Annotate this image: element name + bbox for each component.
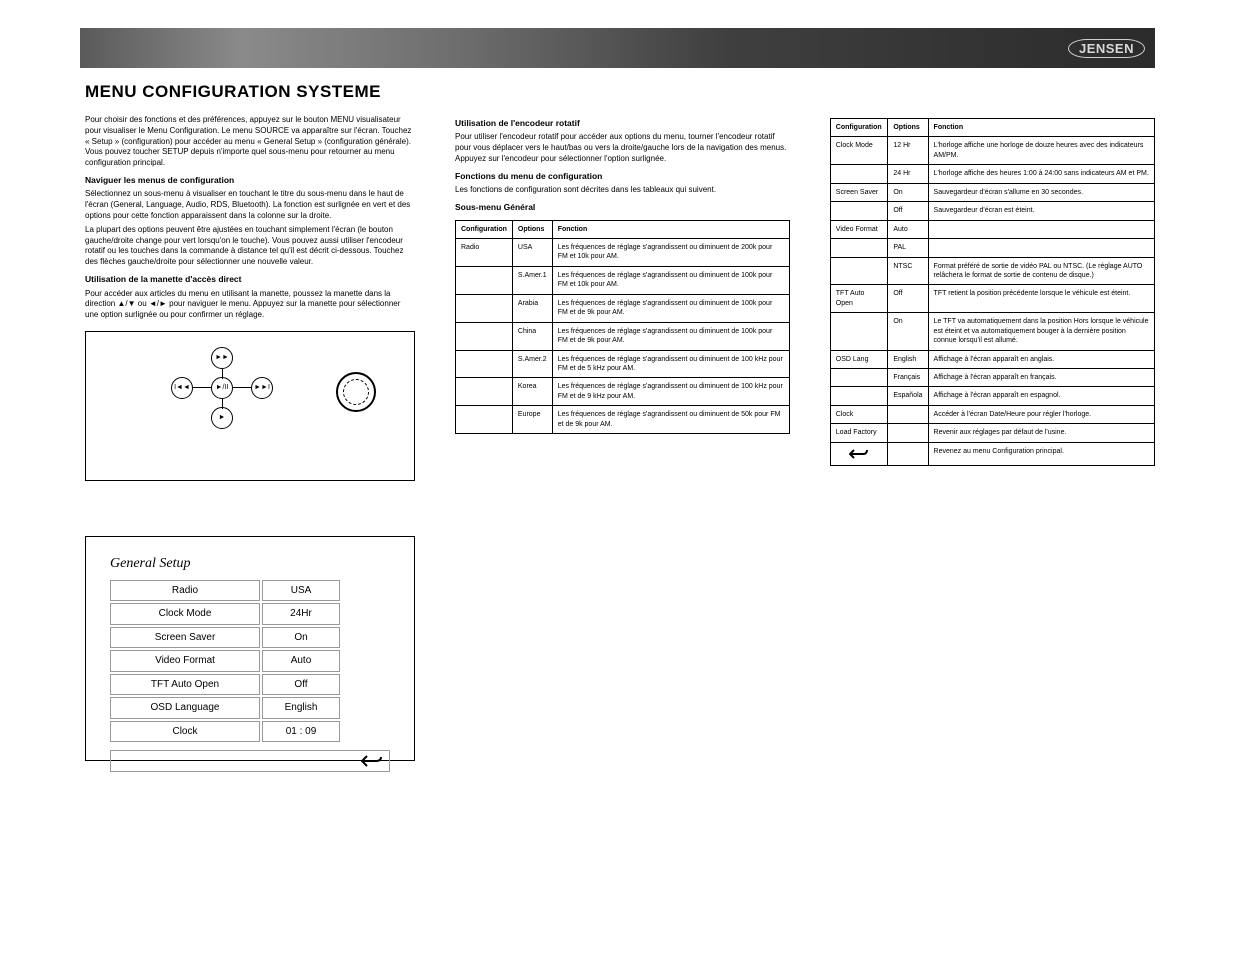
table-row: ClockAccéder à l'écran Date/Heure pour r… (830, 405, 1154, 423)
screenshot-row-label: Clock (110, 721, 260, 743)
encoder-text: Pour utiliser l'encodeur rotatif pour ac… (455, 132, 790, 164)
table-row: TFT Auto OpenOffTFT retient la position … (830, 285, 1154, 313)
table-row: ArabiaLes fréquences de réglage s'agrand… (456, 294, 790, 322)
screenshot-row: Clock Mode24Hr (110, 603, 390, 625)
col-config: Configuration (830, 119, 888, 137)
table-row: RadioUSALes fréquences de réglage s'agra… (456, 239, 790, 267)
dpad-center-icon: ►/II (211, 377, 233, 399)
screenshot-row-label: OSD Language (110, 697, 260, 719)
table-row: OnLe TFT va automatiquement dans la posi… (830, 313, 1154, 350)
table-row: FrançaisAffichage à l'écran apparaît en … (830, 369, 1154, 387)
screenshot-row-value: English (262, 697, 340, 719)
dpad-left-icon: I◄◄ (171, 377, 193, 399)
screenshot-row-value: 01 : 09 (262, 721, 340, 743)
column-2: Utilisation de l'encodeur rotatif Pour u… (455, 112, 790, 761)
table-row: OSD LangEnglishAffichage à l'écran appar… (830, 350, 1154, 368)
screenshot-row-value: Off (262, 674, 340, 696)
back-arrow-icon (361, 753, 383, 769)
joystick-heading: Utilisation de la manette d'accès direct (85, 274, 415, 285)
general-table-2: Configuration Options Fonction Clock Mod… (830, 118, 1155, 466)
column-1: Pour choisir des fonctions et des préfér… (85, 112, 415, 761)
back-arrow-icon (849, 447, 869, 461)
table-row: KoreaLes fréquences de réglage s'agrandi… (456, 378, 790, 406)
screenshot-row-label: Screen Saver (110, 627, 260, 649)
col-options: Options (512, 220, 552, 238)
col-config: Configuration (456, 220, 513, 238)
screenshot-row-value: On (262, 627, 340, 649)
screenshot-title: General Setup (110, 555, 390, 574)
table-row: S.Amer.2Les fréquences de réglage s'agra… (456, 350, 790, 378)
table-row: Clock Mode12 HrL'horloge affiche une hor… (830, 137, 1154, 165)
table-row: EuropeLes fréquences de réglage s'agrand… (456, 406, 790, 434)
features-intro: Les fonctions de configuration sont décr… (455, 185, 790, 196)
brand-logo: JENSEN (1068, 39, 1145, 58)
table-row: Screen SaverOnSauvegardeur d'écran s'all… (830, 183, 1154, 201)
general-table-1: Configuration Options Fonction RadioUSAL… (455, 220, 790, 435)
rotary-knob-icon (336, 372, 376, 412)
table-row: Video FormatAuto (830, 220, 1154, 238)
table-row: NTSCFormat préféré de sortie de vidéo PA… (830, 257, 1154, 285)
table-row: 24 HrL'horloge affiche des heures 1:00 à… (830, 165, 1154, 183)
joystick-text: Pour accéder aux articles du menu en uti… (85, 289, 415, 321)
screenshot-row-value: USA (262, 580, 340, 602)
nav-heading: Naviguer les menus de configuration (85, 175, 415, 186)
screenshot-row-value: Auto (262, 650, 340, 672)
back-icon-cell (830, 442, 888, 465)
table-row: S.Amer.1Les fréquences de réglage s'agra… (456, 266, 790, 294)
screenshot-row: Clock01 : 09 (110, 721, 390, 743)
dpad-down-icon: ► (211, 407, 233, 429)
dpad-right-icon: ►►I (251, 377, 273, 399)
col-function: Fonction (552, 220, 789, 238)
screenshot-row: TFT Auto OpenOff (110, 674, 390, 696)
nav-p1: Sélectionnez un sous-menu à visualiser e… (85, 189, 415, 221)
intro-text: Pour choisir des fonctions et des préfér… (85, 115, 415, 169)
nav-p2: La plupart des options peuvent être ajus… (85, 225, 415, 268)
screenshot-row: Screen SaverOn (110, 627, 390, 649)
page-title: MENU CONFIGURATION SYSTEME (85, 82, 1235, 102)
general-setup-screenshot: General Setup RadioUSAClock Mode24HrScre… (85, 536, 415, 761)
table-row: Load FactoryRevenir aux réglages par déf… (830, 424, 1154, 442)
screenshot-row-label: Video Format (110, 650, 260, 672)
screenshot-row: OSD LanguageEnglish (110, 697, 390, 719)
screenshot-row: Video FormatAuto (110, 650, 390, 672)
col-function: Fonction (928, 119, 1154, 137)
column-3: Configuration Options Fonction Clock Mod… (830, 112, 1155, 761)
screenshot-row-label: TFT Auto Open (110, 674, 260, 696)
screenshot-row: RadioUSA (110, 580, 390, 602)
general-submenu-heading: Sous-menu Général (455, 202, 790, 213)
screenshot-row-label: Clock Mode (110, 603, 260, 625)
table-row: PAL (830, 239, 1154, 257)
encoder-heading: Utilisation de l'encodeur rotatif (455, 118, 790, 129)
table-row: EspañolaAffichage à l'écran apparaît en … (830, 387, 1154, 405)
col-options: Options (888, 119, 928, 137)
dpad-up-icon: ►► (211, 347, 233, 369)
table-row: ChinaLes fréquences de réglage s'agrandi… (456, 322, 790, 350)
features-heading: Fonctions du menu de configuration (455, 171, 790, 182)
controls-diagram: ►► ► I◄◄ ►►I ►/II (85, 331, 415, 481)
screenshot-bottom-bar (110, 750, 390, 772)
screenshot-row-label: Radio (110, 580, 260, 602)
table-row: Revenez au menu Configuration principal. (830, 442, 1154, 465)
screenshot-row-value: 24Hr (262, 603, 340, 625)
table-row: OffSauvegardeur d'écran est éteint. (830, 202, 1154, 220)
header-banner: JENSEN (80, 28, 1155, 68)
